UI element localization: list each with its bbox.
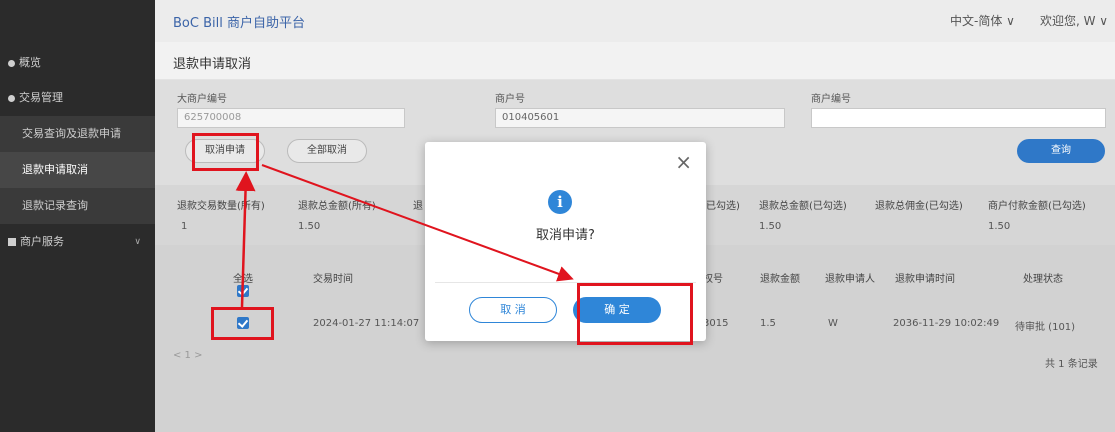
info-icon: i: [548, 190, 572, 214]
user-menu[interactable]: 欢迎您, W ∨: [1040, 12, 1108, 29]
big-merchant-field[interactable]: 625700008: [177, 108, 405, 128]
sidebar-item-label: 退款申请取消: [22, 163, 88, 176]
stat-header: 退款总金额(所有): [298, 201, 376, 212]
column-header-refund-amount: 退款金额: [760, 274, 800, 285]
total-count: 共 1 条记录: [1045, 359, 1098, 370]
big-merchant-label: 大商户编号: [177, 94, 227, 105]
sidebar-item-label: 商户服务: [20, 235, 64, 248]
column-header-applicant: 退款申请人: [825, 274, 875, 285]
pagination[interactable]: < 1 >: [173, 350, 202, 361]
sidebar-item-merchant-service[interactable]: 商户服务 ∨: [0, 224, 155, 260]
sidebar-item-label: 交易查询及退款申请: [22, 127, 121, 140]
stat-header: 退款总金额(已勾选): [759, 201, 847, 212]
row-status: 待审批 (101): [1015, 322, 1076, 333]
sidebar-item-trade-query[interactable]: 交易查询及退款申请: [0, 116, 155, 152]
column-header-status: 处理状态: [1023, 274, 1063, 285]
app-title: BoC Bill 商户自助平台: [173, 16, 305, 31]
merchant-code-field[interactable]: [811, 108, 1106, 128]
sidebar-item-overview[interactable]: 概览: [0, 45, 155, 81]
page-header: 退款申请取消: [155, 42, 1115, 80]
select-all-checkbox[interactable]: [237, 285, 249, 297]
annotation-box-confirm: [577, 283, 693, 345]
stat-value: 1.50: [988, 221, 1011, 232]
annotation-box-checkbox: [211, 307, 274, 340]
search-button[interactable]: 查询: [1017, 139, 1105, 163]
stat-header: 商户付款金额(已勾选): [988, 201, 1086, 212]
stat-value: 1: [181, 221, 188, 232]
close-icon[interactable]: ×: [675, 150, 692, 174]
sidebar-item-refund-cancel[interactable]: 退款申请取消: [0, 152, 155, 188]
cancel-all-button[interactable]: 全部取消: [287, 139, 367, 163]
column-header-order-no: 权号: [703, 274, 723, 285]
column-header-apply-time: 退款申请时间: [895, 274, 955, 285]
sidebar-item-refund-records[interactable]: 退款记录查询: [0, 188, 155, 224]
trade-icon: [8, 94, 15, 102]
select-all-label: 全选: [233, 274, 253, 285]
overview-icon: [8, 59, 15, 67]
dialog-cancel-button[interactable]: 取 消: [469, 297, 557, 323]
stat-value: 1.50: [759, 221, 782, 232]
language-selector[interactable]: 中文-简体 ∨: [950, 12, 1015, 29]
row-refund-amount: 1.5: [760, 318, 776, 329]
stat-header: 退款交易数量(所有): [177, 201, 265, 212]
sidebar-item-trade-management[interactable]: 交易管理: [0, 80, 155, 116]
chevron-down-icon: ∨: [134, 237, 141, 247]
sidebar-item-label: 交易管理: [19, 91, 63, 104]
row-order-no: 3015: [703, 318, 729, 329]
annotation-box-cancel-apply: [192, 133, 259, 171]
merchant-no-label: 商户号: [495, 94, 525, 105]
row-applicant: W: [828, 318, 838, 329]
merchant-code-label: 商户编号: [811, 94, 851, 105]
dialog-message: 取消申请?: [536, 228, 595, 243]
stat-value: 1.50: [298, 221, 321, 232]
sidebar: 概览 交易管理 交易查询及退款申请 退款申请取消 退款记录查询 商户服务 ∨: [0, 0, 155, 432]
column-header-trade-time: 交易时间: [313, 274, 353, 285]
page-title: 退款申请取消: [173, 57, 252, 72]
top-bar: BoC Bill 商户自助平台 中文-简体 ∨ 欢迎您, W ∨: [155, 0, 1115, 42]
merchant-service-icon: [8, 238, 16, 246]
merchant-no-field[interactable]: 010405601: [495, 108, 785, 128]
sidebar-item-label: 退款记录查询: [22, 199, 88, 212]
stat-header: 已勾选): [706, 201, 740, 212]
stat-header: 退: [413, 201, 423, 212]
row-trade-time: 2024-01-27 11:14:07: [313, 318, 420, 329]
row-apply-time: 2036-11-29 10:02:49: [893, 318, 1000, 329]
sidebar-item-label: 概览: [19, 56, 41, 69]
stat-header: 退款总佣金(已勾选): [875, 201, 963, 212]
